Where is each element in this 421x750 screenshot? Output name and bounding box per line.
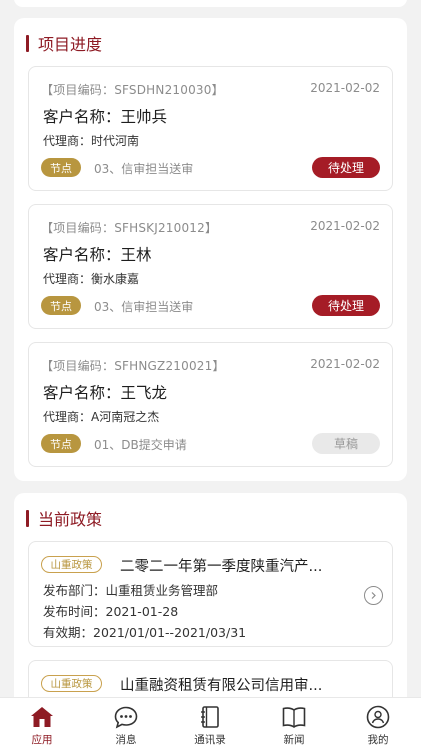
user-icon <box>366 705 390 729</box>
policy-title: 二零二一年第一季度陕重汽产... <box>120 559 323 575</box>
project-card[interactable]: 【项目编码：SFSDHN210030】 2021-02-02 客户名称：王帅兵 … <box>28 66 393 191</box>
home-icon <box>31 707 53 727</box>
policy-section-header: 当前政策 <box>26 507 102 529</box>
tab-news[interactable]: 新闻 <box>252 698 336 750</box>
policy-validity: 有效期：2021/01/01--2021/03/31 <box>43 625 247 640</box>
agent-name: 代理商：A河南冠之杰 <box>43 410 160 424</box>
project-code: 【项目编码：SFHNGZ210021】 <box>41 359 225 373</box>
open-book-icon <box>282 707 306 728</box>
project-code: 【项目编码：SFSDHN210030】 <box>41 83 224 97</box>
app-screen: 项目进度 【项目编码：SFSDHN210030】 2021-02-02 客户名称… <box>0 0 421 750</box>
status-badge[interactable]: 待处理 <box>312 295 380 316</box>
tab-label: 消息 <box>115 734 137 746</box>
bottom-tab-bar: 应用 消息 通讯录 新闻 我的 <box>0 697 421 750</box>
customer-name: 客户名称：王飞龙 <box>43 384 168 402</box>
policy-tag: 山重政策 <box>41 675 102 692</box>
policy-card[interactable]: 山重政策 二零二一年第一季度陕重汽产... 发布部门：山重租赁业务管理部 发布时… <box>28 541 393 647</box>
chevron-right-circle-icon[interactable] <box>364 586 383 605</box>
tab-messages[interactable]: 消息 <box>84 698 168 750</box>
section-accent-bar <box>26 34 29 52</box>
tab-contacts[interactable]: 通讯录 <box>168 698 252 750</box>
policy-publish-time: 发布时间：2021-01-28 <box>43 604 179 619</box>
address-book-icon <box>201 706 219 728</box>
project-card[interactable]: 【项目编码：SFHSKJ210012】 2021-02-02 客户名称：王林 代… <box>28 204 393 329</box>
project-card[interactable]: 【项目编码：SFHNGZ210021】 2021-02-02 客户名称：王飞龙 … <box>28 342 393 467</box>
node-step: 03、信审担当送审 <box>94 162 194 176</box>
project-date: 2021-02-02 <box>310 81 380 95</box>
policy-department: 发布部门：山重租赁业务管理部 <box>43 583 219 598</box>
tab-apps[interactable]: 应用 <box>0 698 84 750</box>
node-badge: 节点 <box>41 434 81 453</box>
progress-section-title: 项目进度 <box>38 35 103 54</box>
previous-panel-edge <box>14 0 407 7</box>
progress-section-header: 项目进度 <box>26 32 102 54</box>
policy-section-title: 当前政策 <box>38 510 103 529</box>
tab-profile[interactable]: 我的 <box>336 698 420 750</box>
section-accent-bar <box>26 509 29 527</box>
node-step: 01、DB提交申请 <box>94 438 187 452</box>
agent-name: 代理商：衡水康嘉 <box>43 272 140 286</box>
status-badge[interactable]: 待处理 <box>312 157 380 178</box>
node-step: 03、信审担当送审 <box>94 300 194 314</box>
project-code: 【项目编码：SFHSKJ210012】 <box>41 221 218 235</box>
chat-bubble-icon <box>114 706 138 729</box>
node-badge: 节点 <box>41 158 81 177</box>
project-date: 2021-02-02 <box>310 357 380 371</box>
status-badge[interactable]: 草稿 <box>312 433 380 454</box>
node-badge: 节点 <box>41 296 81 315</box>
customer-name: 客户名称：王帅兵 <box>43 108 168 126</box>
agent-name: 代理商：时代河南 <box>43 134 140 148</box>
customer-name: 客户名称：王林 <box>43 246 152 264</box>
policy-title: 山重融资租赁有限公司信用审... <box>120 678 323 694</box>
tab-label: 通讯录 <box>194 734 226 746</box>
project-progress-panel: 项目进度 【项目编码：SFSDHN210030】 2021-02-02 客户名称… <box>14 18 407 481</box>
project-date: 2021-02-02 <box>310 219 380 233</box>
tab-label: 我的 <box>367 734 389 746</box>
tab-label: 应用 <box>31 734 53 746</box>
policy-tag: 山重政策 <box>41 556 102 573</box>
tab-label: 新闻 <box>283 734 305 746</box>
